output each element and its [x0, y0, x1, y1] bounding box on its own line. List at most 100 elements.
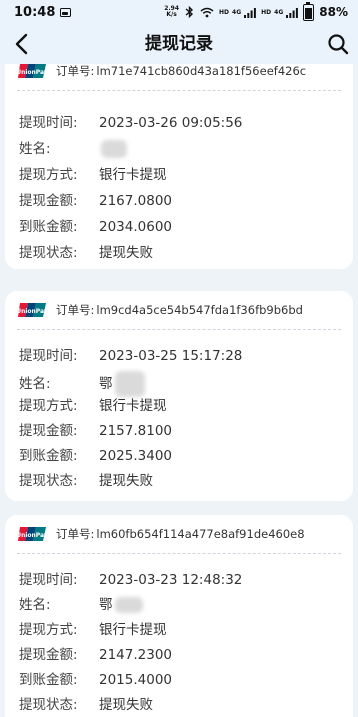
record-method-row: 提现方式: 银行卡提现 — [19, 620, 167, 640]
nav-bar: 提现记录 — [0, 24, 358, 64]
record-received-label: 到账金额: — [19, 448, 78, 464]
record-card: UnionPay 订单号: lm60fb654f114a477e8af91de46… — [5, 515, 353, 717]
card-header: UnionPay 订单号: lm60fb654f114a477e8af91de46… — [5, 515, 353, 553]
record-card: UnionPay 订单号: lm9cd4a5ce54b547fda1f36fb9b… — [5, 291, 353, 501]
record-method-row: 提现方式: 银行卡提现 — [19, 396, 167, 416]
name-redaction — [114, 597, 143, 613]
wifi-icon — [200, 7, 214, 17]
signal-icon-1 — [244, 7, 257, 18]
status-time: 10:48 — [14, 4, 56, 20]
record-time-label: 提现时间: — [19, 348, 78, 364]
bluetooth-icon — [185, 6, 194, 18]
battery-icon — [303, 1, 315, 21]
card-header: UnionPay 订单号: lm9cd4a5ce54b547fda1f36fb9b… — [5, 291, 353, 329]
record-status-row: 提现状态: 提现失败 — [19, 243, 153, 263]
record-received-value: 2025.3400 — [99, 448, 173, 464]
record-method-label: 提现方式: — [19, 167, 78, 183]
gallery-notification-icon — [60, 7, 72, 17]
signal-icon-2 — [286, 7, 299, 18]
record-method-label: 提现方式: — [19, 398, 78, 414]
card-divider — [17, 90, 341, 91]
record-time-row: 提现时间: 2023-03-26 09:05:56 — [19, 113, 242, 133]
search-icon — [328, 34, 349, 55]
record-method-value: 银行卡提现 — [99, 167, 167, 183]
card-header: UnionPay 订单号: lm71e741cb860d43a181f56eef4… — [5, 64, 353, 90]
record-name-label: 姓名: — [19, 141, 51, 157]
hd-label-2: HD — [261, 8, 272, 16]
record-status-label: 提现状态: — [19, 473, 78, 489]
order-number: 订单号: lm71e741cb860d43a181f56eef426c — [56, 64, 306, 79]
order-label: 订单号: — [56, 303, 95, 317]
record-amount-row: 提现金额: 2157.8100 — [19, 421, 172, 441]
record-amount-row: 提现金额: 2147.2300 — [19, 645, 172, 665]
record-amount-value: 2147.2300 — [99, 647, 173, 663]
order-number: 订单号: lm9cd4a5ce54b547fda1f36fb9b6bd — [56, 302, 303, 318]
record-status-label: 提现状态: — [19, 245, 78, 261]
record-amount-value: 2167.0800 — [99, 193, 173, 209]
order-number: 订单号: lm60fb654f114a477e8af91de460e8 — [56, 526, 305, 542]
record-time-label: 提现时间: — [19, 572, 78, 588]
record-time-value: 2023-03-23 12:48:32 — [99, 572, 243, 588]
record-time-value: 2023-03-26 09:05:56 — [99, 115, 243, 131]
record-status-value: 提现失败 — [99, 245, 153, 261]
record-received-label: 到账金额: — [19, 672, 78, 688]
search-button[interactable] — [324, 30, 352, 58]
record-method-label: 提现方式: — [19, 622, 78, 638]
record-received-label: 到账金额: — [19, 219, 78, 235]
status-left: 10:48 — [14, 4, 72, 20]
network-type-2: 4G — [274, 8, 284, 16]
chevron-left-icon — [15, 33, 28, 55]
record-name-value: 鄂 — [99, 597, 113, 613]
record-method-value: 银行卡提现 — [99, 622, 167, 638]
record-method-value: 银行卡提现 — [99, 398, 167, 414]
record-amount-label: 提现金额: — [19, 423, 78, 439]
record-received-row: 到账金额: 2025.3400 — [19, 446, 172, 466]
record-received-value: 2034.0600 — [99, 219, 173, 235]
network-speed: 2.94 K/s — [164, 6, 179, 18]
name-redaction — [101, 140, 127, 158]
unionpay-icon: UnionPay — [18, 527, 46, 541]
record-received-row: 到账金额: 2034.0600 — [19, 217, 172, 237]
order-id: lm9cd4a5ce54b547fda1f36fb9b6bd — [96, 303, 303, 317]
svg-text:UnionPay: UnionPay — [18, 308, 46, 315]
record-status-row: 提现状态: 提现失败 — [19, 695, 153, 715]
record-amount-label: 提现金额: — [19, 193, 78, 209]
svg-text:UnionPay: UnionPay — [18, 532, 46, 539]
record-time-label: 提现时间: — [19, 115, 78, 131]
status-right: 2.94 K/s HD 4G HD 4G 88% — [164, 1, 348, 21]
record-received-row: 到账金额: 2015.4000 — [19, 670, 172, 690]
status-bar: 10:48 2.94 K/s HD 4G HD 4G 88% — [0, 0, 358, 24]
record-status-value: 提现失败 — [99, 697, 153, 713]
hd-label-1: HD — [219, 8, 230, 16]
record-name-label: 姓名: — [19, 597, 51, 613]
record-amount-value: 2157.8100 — [99, 423, 173, 439]
record-amount-label: 提现金额: — [19, 647, 78, 663]
record-time-value: 2023-03-25 15:17:28 — [99, 348, 243, 364]
back-button[interactable] — [8, 30, 36, 58]
card-divider — [17, 553, 341, 554]
record-time-row: 提现时间: 2023-03-23 12:48:32 — [19, 570, 242, 590]
svg-text:UnionPay: UnionPay — [18, 69, 46, 76]
record-name-row: 姓名: 鄂 — [19, 595, 143, 615]
unionpay-icon: UnionPay — [18, 303, 46, 317]
network-speed-unit: K/s — [166, 11, 177, 18]
battery-percent: 88% — [319, 5, 348, 19]
record-status-value: 提现失败 — [99, 473, 153, 489]
record-name-label: 姓名: — [19, 376, 51, 392]
record-received-value: 2015.4000 — [99, 672, 173, 688]
record-status-label: 提现状态: — [19, 697, 78, 713]
order-label: 订单号: — [56, 527, 95, 541]
record-name-row: 姓名: — [19, 139, 127, 159]
order-id: lm60fb654f114a477e8af91de460e8 — [96, 527, 305, 541]
record-name-value: 鄂 — [99, 376, 113, 392]
page-title: 提现记录 — [145, 34, 213, 54]
record-status-row: 提现状态: 提现失败 — [19, 471, 153, 491]
order-id: lm71e741cb860d43a181f56eef426c — [96, 64, 307, 78]
card-divider — [17, 329, 341, 330]
order-label: 订单号: — [56, 64, 95, 78]
unionpay-icon: UnionPay — [18, 64, 46, 78]
withdrawal-record-list[interactable]: UnionPay 订单号: lm71e741cb860d43a181f56eef4… — [0, 64, 358, 717]
name-redaction — [114, 371, 145, 397]
record-time-row: 提现时间: 2023-03-25 15:17:28 — [19, 346, 242, 366]
record-card: UnionPay 订单号: lm71e741cb860d43a181f56eef4… — [5, 64, 353, 269]
